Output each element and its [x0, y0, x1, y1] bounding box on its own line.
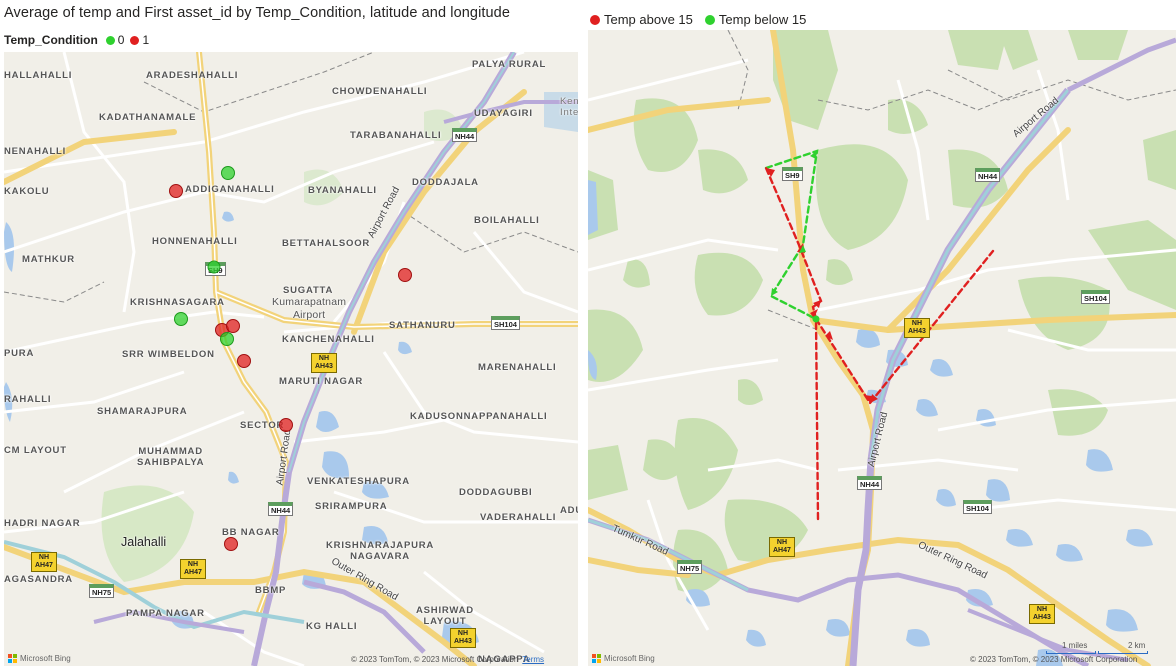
legend-title: Temp_Condition	[4, 33, 98, 47]
map-attribution: © 2023 TomTom, © 2023 Microsoft Corporat…	[970, 655, 1138, 664]
place-label: SATHANURU	[389, 320, 456, 331]
legend-dot-red	[590, 14, 600, 25]
place-label: KADUSONNAPPANAHALLI	[410, 411, 548, 422]
place-label: KADATHANAMALE	[99, 112, 197, 123]
road-shield: NH AH43	[904, 318, 930, 338]
place-label: PALYA RURAL	[472, 59, 547, 70]
place-label: RAHALLI	[4, 394, 52, 405]
place-label: BOILAHALLI	[474, 215, 540, 226]
microsoft-bing-logo: Microsoft Bing	[592, 654, 655, 663]
legend-label: 1	[142, 33, 150, 47]
road-shield: SH9	[782, 167, 803, 181]
place-label: VENKATESHAPURA	[307, 476, 410, 487]
place-label: BBMP	[255, 585, 287, 596]
scale-label-km: 2 km	[1128, 641, 1146, 650]
map-attribution: © 2023 TomTom, © 2023 Microsoft Corporat…	[351, 655, 545, 664]
map-visual-left[interactable]: Average of temp and First asset_id by Te…	[0, 0, 580, 668]
map-canvas[interactable]: HALLAHALLI ARADESHAHALLI PALYA RURAL CHO…	[4, 52, 578, 666]
road-shield: NH75	[677, 560, 703, 574]
road-shield: NH AH43	[311, 353, 337, 373]
place-label: Jalahalli	[121, 535, 167, 549]
place-label: ARADESHAHALLI	[146, 70, 239, 81]
place-label: KANCHENAHALLI	[282, 334, 375, 345]
place-label: DODDAGUBBI	[459, 487, 533, 498]
road-shield: NH44	[857, 476, 883, 490]
place-label: HADRI NAGAR	[4, 518, 81, 529]
place-label: ADU	[560, 505, 578, 516]
place-label: SRR WIMBELDON	[122, 349, 215, 360]
road-shield: NH AH47	[769, 537, 795, 557]
terms-link[interactable]: Terms	[522, 655, 544, 664]
place-label: ASHIRWAD LAYOUT	[416, 605, 474, 627]
place-label: MUHAMMAD SAHIBPALYA	[137, 446, 205, 468]
legend-item-0[interactable]: 0	[105, 33, 125, 47]
place-label: CM LAYOUT	[4, 445, 67, 456]
legend: Temp_Condition 0 1	[4, 33, 155, 47]
place-label: KAKOLU	[4, 186, 50, 197]
map-base	[4, 52, 578, 666]
legend-label: Temp below 15	[718, 12, 807, 27]
place-label: TARABANAHALLI	[350, 130, 442, 141]
place-label: PURA	[4, 348, 35, 359]
legend-item-above-15[interactable]: Temp above 15	[590, 12, 693, 27]
place-label: BYANAHALLI	[308, 185, 377, 196]
legend-dot-green	[105, 35, 115, 45]
place-label: VADERAHALLI	[480, 512, 557, 523]
scale-line	[1046, 651, 1096, 654]
road-shield: NH44	[268, 502, 294, 516]
road-shield: SH104	[963, 500, 992, 514]
place-label: BETTAHALSOOR	[282, 238, 371, 249]
place-label: SUGATTA	[283, 285, 334, 296]
place-label: KRISHNARAJAPURA NAGAVARA	[326, 540, 435, 562]
road-shield: SH104	[1081, 290, 1110, 304]
place-label: SRIRAMPURA	[315, 501, 388, 512]
road-shield: SH9	[205, 262, 226, 276]
legend: Temp above 15 Temp below 15	[590, 12, 818, 27]
chart-title: Average of temp and First asset_id by Te…	[4, 5, 511, 21]
map-visual-right[interactable]: Temp above 15 Temp below 15 Airport Road…	[585, 0, 1176, 668]
microsoft-bing-logo: Microsoft Bing	[8, 654, 71, 663]
place-label: NENAHALLI	[4, 146, 67, 157]
legend-label: 0	[117, 33, 125, 47]
map-canvas[interactable]: Airport Road Airport Road Tumkur Road Ou…	[588, 30, 1176, 666]
place-label: DODDAJALA	[412, 177, 479, 188]
place-label: ADDIGANAHALLI	[185, 184, 275, 195]
place-label: MARENAHALLI	[478, 362, 557, 373]
place-label: MARUTI NAGAR	[279, 376, 364, 387]
road-shield: NH AH43	[450, 628, 476, 648]
road-shield: NH44	[975, 168, 1001, 182]
place-label: KG HALLI	[306, 621, 358, 632]
place-label: Ken Inte	[560, 96, 578, 118]
place-label: HONNENAHALLI	[152, 236, 238, 247]
airport-label: Kumarapatnam Airport	[272, 296, 347, 321]
place-label: KRISHNASAGARA	[130, 297, 225, 308]
road-shield: NH AH47	[31, 552, 57, 572]
road-shield: NH AH43	[1029, 604, 1055, 624]
route-node[interactable]	[812, 315, 820, 323]
legend-item-below-15[interactable]: Temp below 15	[704, 12, 807, 27]
place-label: HALLAHALLI	[4, 70, 73, 81]
place-label: MATHKUR	[22, 254, 75, 265]
place-label: UDAYAGIRI	[474, 108, 533, 119]
scale-label-miles: 1 miles	[1062, 641, 1088, 650]
place-label: BB NAGAR	[222, 527, 280, 538]
place-label: SECTOR	[240, 420, 285, 431]
road-shield: NH75	[89, 584, 115, 598]
road-shield: NH AH47	[180, 559, 206, 579]
legend-item-1[interactable]: 1	[130, 33, 149, 47]
legend-dot-red	[130, 35, 140, 45]
place-label: CHOWDENAHALLI	[332, 86, 428, 97]
road-shield: SH104	[491, 316, 520, 330]
scale-line	[1098, 651, 1148, 654]
place-label: PAMPA NAGAR	[126, 608, 205, 619]
legend-label: Temp above 15	[604, 12, 693, 27]
place-label: AGASANDRA	[4, 574, 73, 585]
legend-dot-green	[704, 14, 715, 25]
road-shield: NH44	[452, 128, 478, 142]
place-label: SHAMARAJPURA	[97, 406, 188, 417]
